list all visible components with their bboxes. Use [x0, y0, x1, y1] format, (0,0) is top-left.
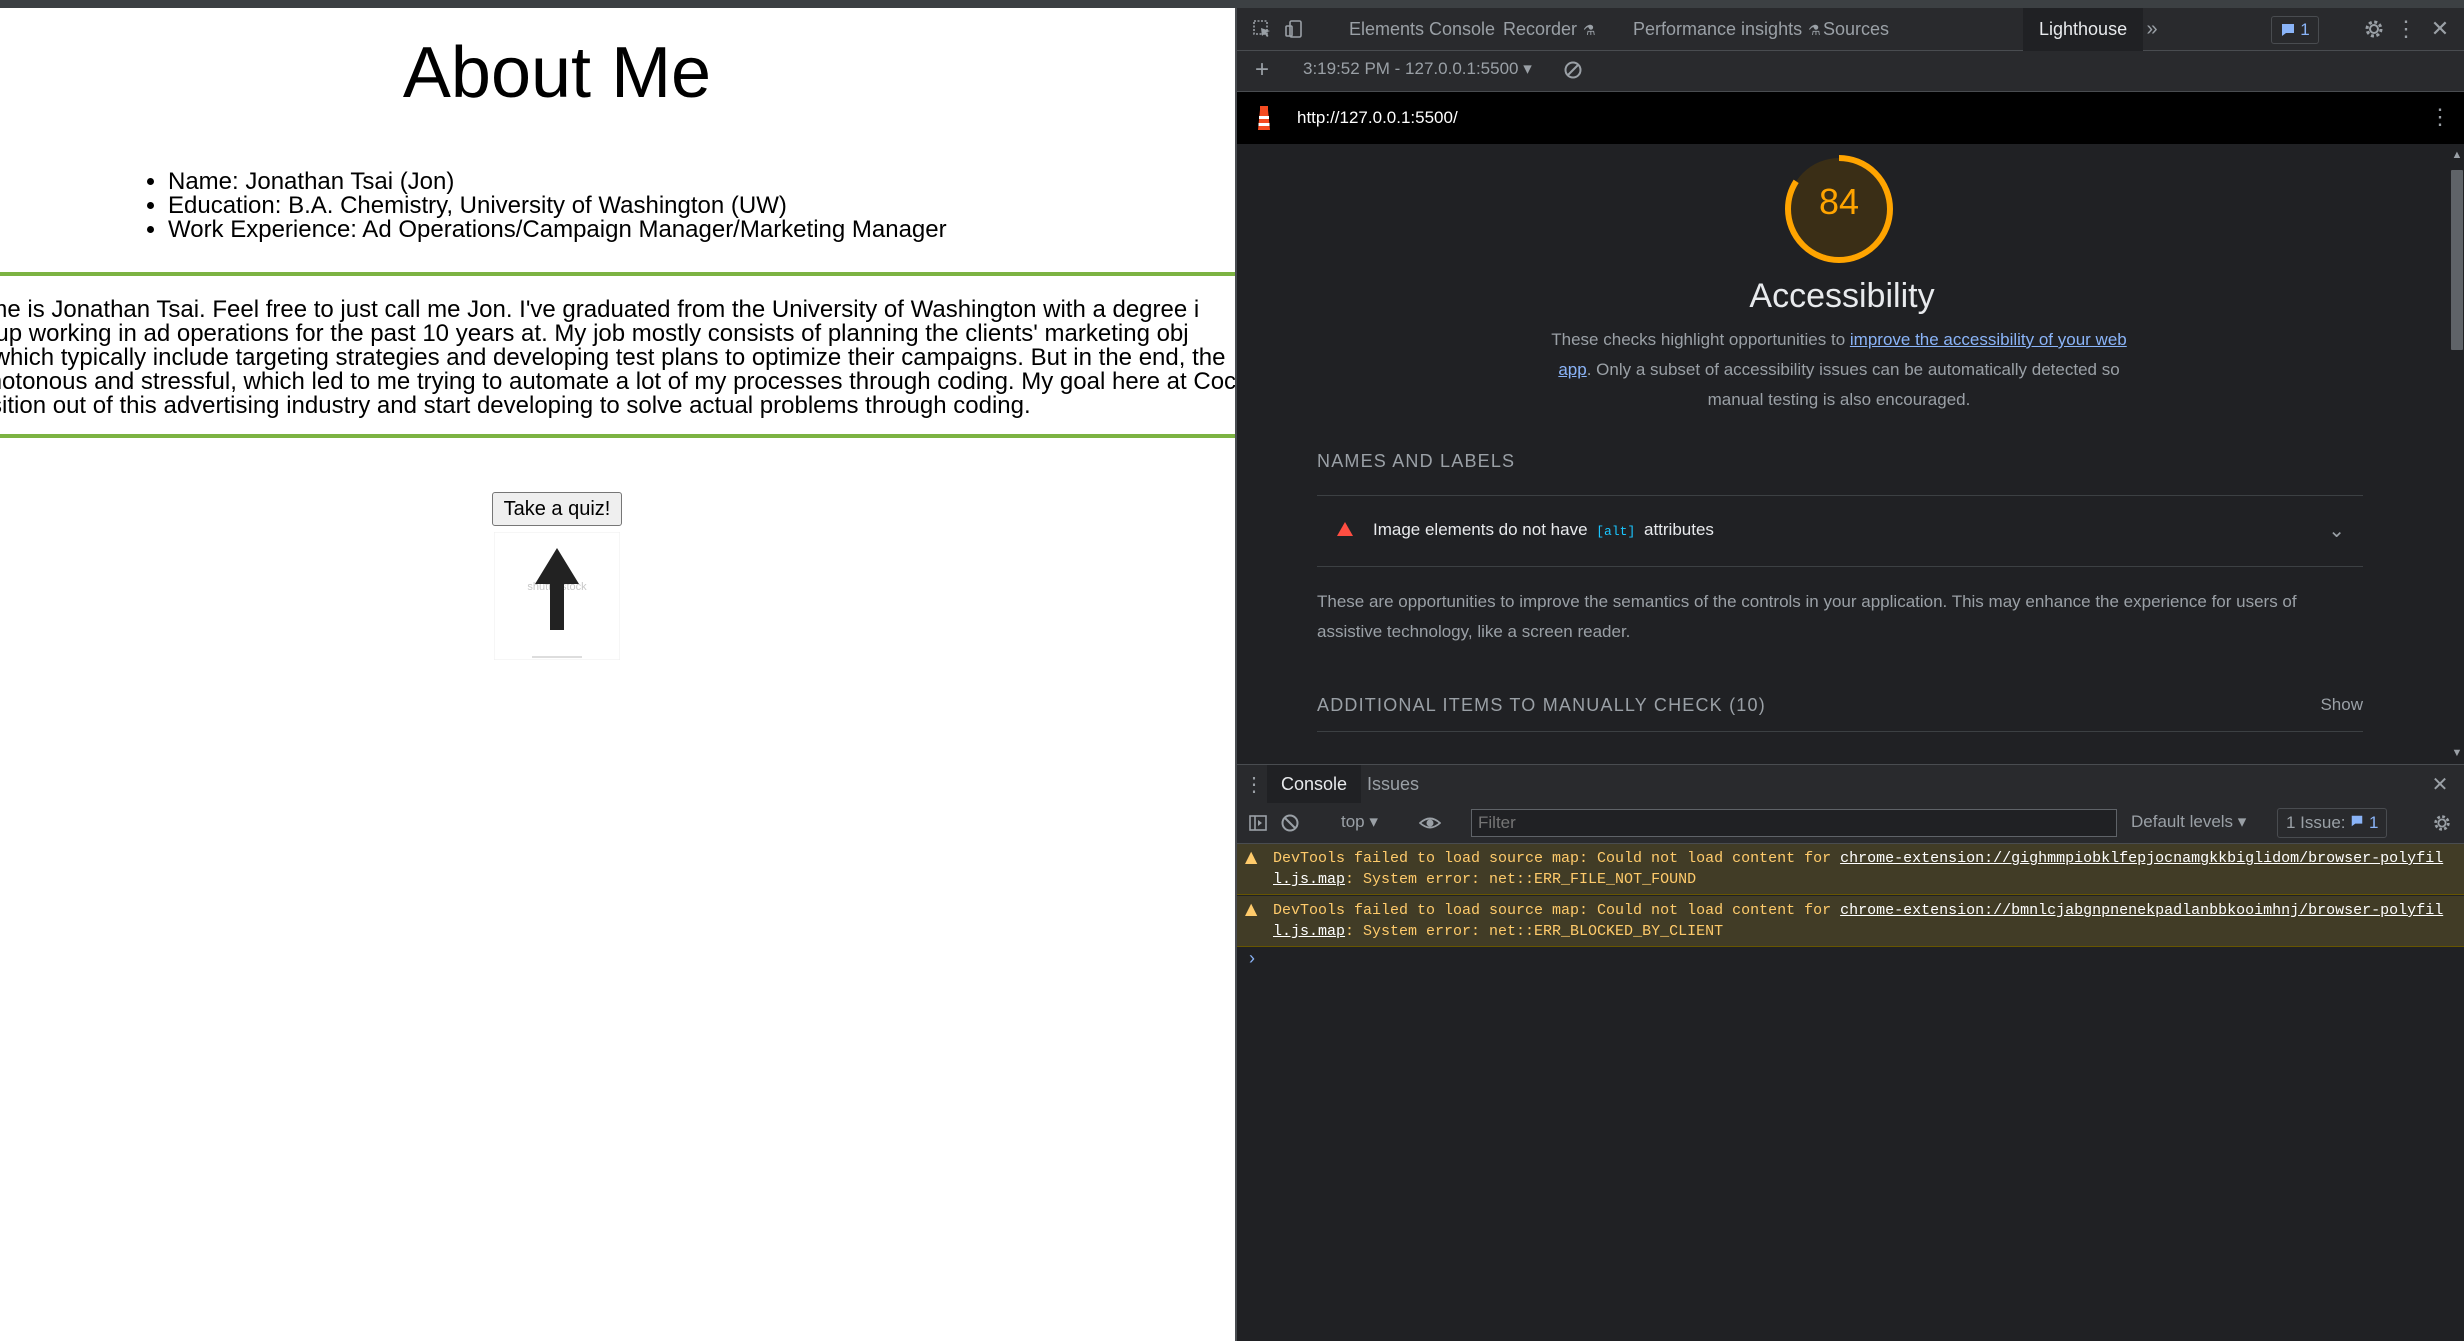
- show-manual-button[interactable]: Show: [2320, 695, 2363, 715]
- live-expression-eye-icon[interactable]: [1417, 810, 1443, 836]
- context-label: top: [1341, 812, 1365, 831]
- dropdown-caret-icon: ▾: [1523, 59, 1532, 78]
- issue-count-number: 1: [2369, 813, 2379, 832]
- scroll-up-icon[interactable]: ▲: [2449, 148, 2464, 162]
- audit-image-alt[interactable]: Image elements do not have [alt] attribu…: [1317, 495, 2363, 567]
- audit-title: Image elements do not have [alt] attribu…: [1373, 520, 1714, 540]
- clear-console-icon[interactable]: [1277, 810, 1303, 836]
- issues-badge[interactable]: 1: [2271, 16, 2319, 44]
- drawer-tabbar: ⋮ Console Issues ✕: [1237, 764, 2464, 804]
- description-text: . Only a subset of accessibility issues …: [1586, 360, 2120, 409]
- report-selector-label: 3:19:52 PM - 127.0.0.1:5500: [1303, 59, 1519, 78]
- report-url[interactable]: http://127.0.0.1:5500/: [1297, 108, 1458, 128]
- list-item: Education: B.A. Chemistry, University of…: [168, 194, 947, 218]
- manual-check-group: ADDITIONAL ITEMS TO MANUALLY CHECK (10) …: [1317, 689, 2363, 732]
- list-item: Work Experience: Ad Operations/Campaign …: [168, 218, 947, 242]
- console-warning-message: ▲ DevTools failed to load source map: Co…: [1237, 896, 2464, 947]
- console-warning-message: ▲ DevTools failed to load source map: Co…: [1237, 844, 2464, 895]
- log-levels-dropdown[interactable]: Default levels ▾: [2131, 812, 2246, 832]
- console-filter-input[interactable]: [1471, 809, 2117, 837]
- kebab-menu-icon[interactable]: ⋮: [2393, 16, 2419, 42]
- bio-section: My name is Jonathan Tsai. Feel free to j…: [0, 272, 1235, 438]
- issues-badge-count: 1: [2300, 20, 2310, 39]
- tab-lighthouse[interactable]: Lighthouse: [2023, 8, 2144, 53]
- close-devtools-icon[interactable]: ✕: [2427, 16, 2453, 42]
- console-toolbar: top ▾ Default levels ▾ 1 Issue: 1: [1237, 803, 2464, 844]
- bio-line: to transition out of this advertising in…: [0, 392, 1031, 419]
- fail-triangle-icon: [1337, 522, 1353, 536]
- category-title: Accessibility: [1749, 277, 1935, 315]
- inspect-element-icon[interactable]: [1249, 16, 1275, 42]
- console-prompt-icon[interactable]: ›: [1249, 948, 1255, 969]
- warning-icon: ▲: [1245, 847, 1258, 866]
- device-toolbar-icon[interactable]: [1281, 16, 1307, 42]
- close-drawer-icon[interactable]: ✕: [2427, 771, 2453, 797]
- settings-gear-icon[interactable]: [2361, 16, 2387, 42]
- scroll-down-icon[interactable]: ▼: [2449, 746, 2464, 760]
- message-suffix: : System error: net::ERR_FILE_NOT_FOUND: [1345, 871, 1697, 888]
- take-quiz-button[interactable]: Take a quiz!: [492, 492, 622, 526]
- sidebar-toggle-icon[interactable]: [1245, 810, 1271, 836]
- drawer-tab-console[interactable]: Console: [1267, 765, 1362, 803]
- scrollbar-thumb[interactable]: [2451, 170, 2463, 350]
- message-icon: [2282, 24, 2295, 36]
- lighthouse-report: 84 Accessibility These checks highlight …: [1237, 145, 2447, 762]
- window-top-strip: [0, 0, 2464, 8]
- log-levels-label: Default levels: [2131, 812, 2234, 831]
- clear-reports-icon[interactable]: [1560, 57, 1586, 83]
- chevron-down-icon[interactable]: ⌄: [2328, 518, 2345, 543]
- experiment-flask-icon: ⚗: [1583, 22, 1596, 38]
- page-title: About Me: [402, 33, 712, 113]
- list-item: Name: Jonathan Tsai (Jon): [168, 170, 947, 194]
- group-description: These are opportunities to improve the s…: [1317, 592, 2297, 641]
- audit-title-text: Image elements do not have: [1373, 520, 1593, 539]
- warning-icon: ▲: [1245, 899, 1258, 918]
- new-report-plus-icon[interactable]: +: [1249, 56, 1275, 83]
- score-value: 84: [1818, 181, 1860, 222]
- message-prefix: DevTools failed to load source map: Coul…: [1273, 902, 1841, 919]
- lighthouse-toolbar: + 3:19:52 PM - 127.0.0.1:5500 ▾: [1237, 51, 2464, 92]
- group-title: NAMES AND LABELS: [1317, 451, 1516, 471]
- message-prefix: DevTools failed to load source map: Coul…: [1273, 850, 1841, 867]
- console-issue-count[interactable]: 1 Issue: 1: [2277, 808, 2388, 838]
- audit-code: [alt]: [1596, 524, 1636, 539]
- tab-recorder-label: Recorder: [1503, 19, 1578, 39]
- bio-line: be monotonous and stressful, which led t…: [0, 368, 1235, 395]
- more-tabs-icon[interactable]: »: [2139, 16, 2165, 42]
- console-settings-gear-icon[interactable]: [2429, 810, 2455, 836]
- tab-performance-insights-label: Performance insights: [1633, 19, 1803, 39]
- tab-recorder[interactable]: Recorder ⚗: [1487, 8, 1612, 50]
- tab-performance-insights[interactable]: Performance insights ⚗: [1617, 8, 1837, 50]
- devtools-tabbar: Elements Console Recorder ⚗ Performance i…: [1237, 8, 2464, 53]
- lighthouse-logo-icon: [1258, 106, 1270, 130]
- devtools-panel: Elements Console Recorder ⚗ Performance i…: [1235, 8, 2464, 1341]
- up-arrow-image[interactable]: shutterstock: [493, 531, 621, 661]
- drawer-tab-issues[interactable]: Issues: [1353, 765, 1433, 803]
- description-text: These checks highlight opportunities to: [1551, 330, 1850, 349]
- bio-line: My name is Jonathan Tsai. Feel free to j…: [0, 296, 1200, 323]
- drawer-menu-icon[interactable]: ⋮: [1241, 771, 1267, 797]
- report-selector[interactable]: 3:19:52 PM - 127.0.0.1:5500 ▾: [1303, 59, 1532, 79]
- message-text: DevTools failed to load source map: Coul…: [1237, 896, 2464, 946]
- bio-line: ended up working in ad operations for th…: [0, 320, 1189, 347]
- report-url-bar: http://127.0.0.1:5500/ ⋮: [1237, 92, 2464, 144]
- bio-paragraph: My name is Jonathan Tsai. Feel free to j…: [0, 298, 1235, 418]
- bio-line: goals, which typically include targeting…: [0, 344, 1226, 371]
- report-menu-icon[interactable]: ⋮: [2427, 104, 2453, 130]
- issue-count-label: 1 Issue:: [2286, 813, 2346, 832]
- message-text: DevTools failed to load source map: Coul…: [1237, 844, 2464, 894]
- category-description: These checks highlight opportunities to …: [1543, 325, 2135, 415]
- audit-title-text: attributes: [1639, 520, 1714, 539]
- dropdown-caret-icon: ▾: [1369, 812, 1378, 831]
- tab-sources[interactable]: Sources: [1807, 8, 1905, 50]
- about-list: Name: Jonathan Tsai (Jon) Education: B.A…: [120, 170, 947, 242]
- manual-check-label: ADDITIONAL ITEMS TO MANUALLY CHECK (10): [1317, 695, 1766, 715]
- web-page: About Me Name: Jonathan Tsai (Jon) Educa…: [0, 8, 1235, 1341]
- message-icon: [2352, 815, 2363, 827]
- message-suffix: : System error: net::ERR_BLOCKED_BY_CLIE…: [1345, 923, 1724, 940]
- dropdown-caret-icon: ▾: [2237, 812, 2247, 831]
- context-selector[interactable]: top ▾: [1341, 812, 1378, 832]
